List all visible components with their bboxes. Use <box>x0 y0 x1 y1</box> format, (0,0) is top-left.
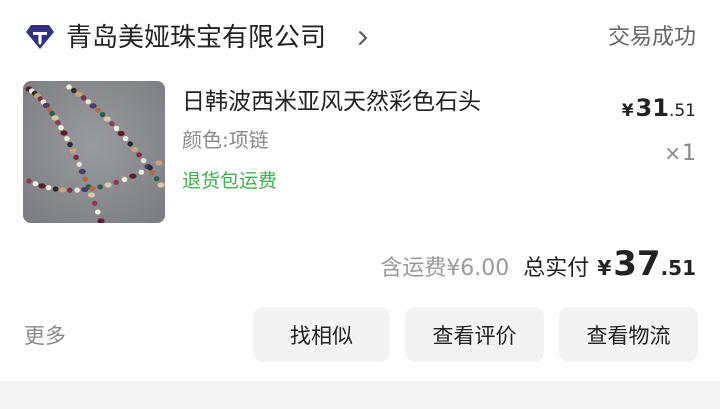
total-currency: ¥ <box>597 256 612 280</box>
necklace-bead <box>117 130 125 137</box>
necklace-bead <box>153 176 160 182</box>
unit-price: ¥31.51 <box>622 94 696 122</box>
unit-price-decimal: .51 <box>668 101 696 121</box>
necklace-bead <box>82 176 89 182</box>
necklace-bead <box>76 161 82 167</box>
necklace-bead <box>73 154 79 160</box>
return-shipping-tag: 退货包运费 <box>182 170 278 192</box>
necklace-bead <box>89 103 97 109</box>
necklace-bead <box>127 141 133 147</box>
necklace-bead <box>32 181 39 187</box>
necklace-bead <box>49 110 55 116</box>
necklace-bead <box>155 160 163 166</box>
necklace-bead <box>52 186 59 192</box>
necklace-bead <box>71 87 77 94</box>
necklace-bead <box>95 107 101 113</box>
necklace-bead <box>129 173 137 179</box>
necklace-bead <box>157 182 165 188</box>
total-integer: 37 <box>613 244 661 284</box>
find-similar-button[interactable]: 找相似 <box>253 307 390 362</box>
necklace-bead <box>67 142 73 148</box>
order-totals: 含运费¥6.00 总实付 ¥37.51 <box>380 244 696 284</box>
necklace-bead <box>75 91 83 97</box>
necklace-bead <box>60 130 68 136</box>
necklace-bead <box>80 95 87 101</box>
necklace-bead <box>64 136 70 142</box>
necklace-bead <box>95 209 101 215</box>
view-logistics-button[interactable]: 查看物流 <box>559 307 698 362</box>
necklace-bead <box>91 200 98 206</box>
product-spec: 颜色:项链 <box>182 128 269 152</box>
necklace-bead <box>45 185 52 191</box>
unit-price-integer: 31 <box>635 94 669 122</box>
quantity-symbol: × <box>664 141 681 165</box>
more-button[interactable]: 更多 <box>24 321 66 351</box>
necklace-bead <box>69 148 77 154</box>
necklace-bead <box>138 169 145 175</box>
necklace-bead <box>122 136 129 142</box>
necklace-bead <box>109 121 115 127</box>
necklace-bead <box>103 116 111 122</box>
order-card[interactable]: 青岛美娅珠宝有限公司 交易成功 日韩波西米亚风天然彩色石头 颜色:项链 退货包运… <box>0 0 720 381</box>
chevron-right-icon[interactable] <box>357 29 369 47</box>
total-paid-label: 总实付 <box>523 256 590 281</box>
necklace-bead <box>88 192 96 198</box>
necklace-bead <box>104 182 112 188</box>
necklace-bead <box>81 186 89 193</box>
necklace-bead <box>38 183 46 189</box>
necklace-bead <box>147 165 153 171</box>
quantity: ×1 <box>664 138 696 169</box>
necklace-bead <box>99 111 106 118</box>
necklace-bead <box>140 158 147 164</box>
view-review-button[interactable]: 查看评价 <box>405 307 544 362</box>
necklace-bead <box>121 176 128 183</box>
necklace-bead <box>85 99 92 105</box>
necklace-bead <box>66 84 72 90</box>
necklace-bead <box>78 168 86 175</box>
next-card-divider <box>0 381 720 409</box>
diamond-logo-icon[interactable] <box>25 24 55 50</box>
quantity-count: 1 <box>682 141 696 166</box>
necklace-bead <box>55 120 61 126</box>
shipping-fee-note: 含运费¥6.00 <box>380 256 510 281</box>
necklace-bead <box>74 187 80 193</box>
total-decimal: .51 <box>660 256 696 280</box>
necklace-bead <box>26 178 32 184</box>
store-name[interactable]: 青岛美娅珠宝有限公司 <box>66 19 326 57</box>
necklace-bead <box>58 125 64 131</box>
necklace-bead <box>97 184 103 190</box>
order-status: 交易成功 <box>607 25 696 50</box>
necklace-bead <box>67 187 73 193</box>
necklace-bead <box>113 179 119 185</box>
necklace-bead <box>113 125 120 132</box>
necklace-bead <box>136 152 142 158</box>
total-paid-amount: ¥37.51 <box>597 244 696 284</box>
product-title[interactable]: 日韩波西米亚风天然彩色石头 <box>182 85 481 119</box>
necklace-bead <box>59 187 67 193</box>
necklace-bead <box>51 115 59 121</box>
necklace-bead <box>149 169 156 176</box>
necklace-bead <box>89 185 96 191</box>
unit-price-currency: ¥ <box>621 101 634 121</box>
necklace-bead <box>131 146 139 152</box>
product-thumbnail[interactable] <box>23 81 165 223</box>
